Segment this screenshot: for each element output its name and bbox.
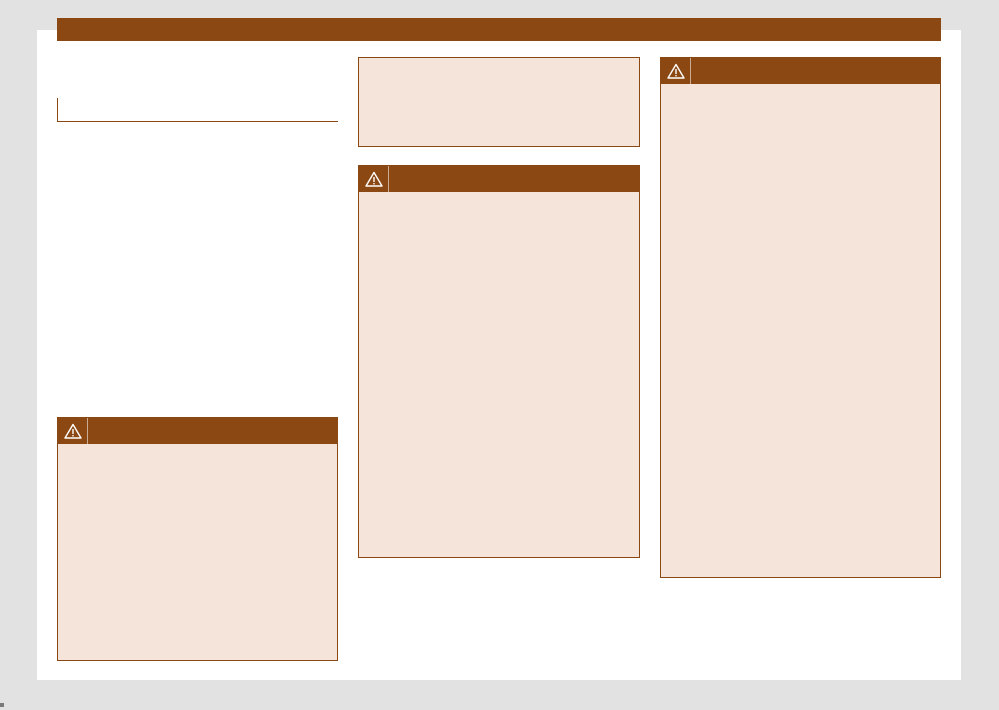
- warning-box-left: [57, 417, 338, 661]
- note-box: [358, 57, 640, 147]
- chapter-header-bar: [57, 18, 941, 41]
- section-heading-rule: [57, 98, 338, 122]
- warning-box-header: [58, 418, 337, 444]
- warning-box-right: [660, 57, 941, 578]
- warning-triangle-icon: [58, 418, 88, 444]
- warning-box-header: [359, 166, 639, 192]
- warning-box-header: [661, 58, 940, 84]
- warning-triangle-icon: [359, 166, 389, 192]
- page-corner-mark: [0, 703, 4, 707]
- warning-box-middle: [358, 165, 640, 558]
- warning-triangle-icon: [661, 58, 691, 84]
